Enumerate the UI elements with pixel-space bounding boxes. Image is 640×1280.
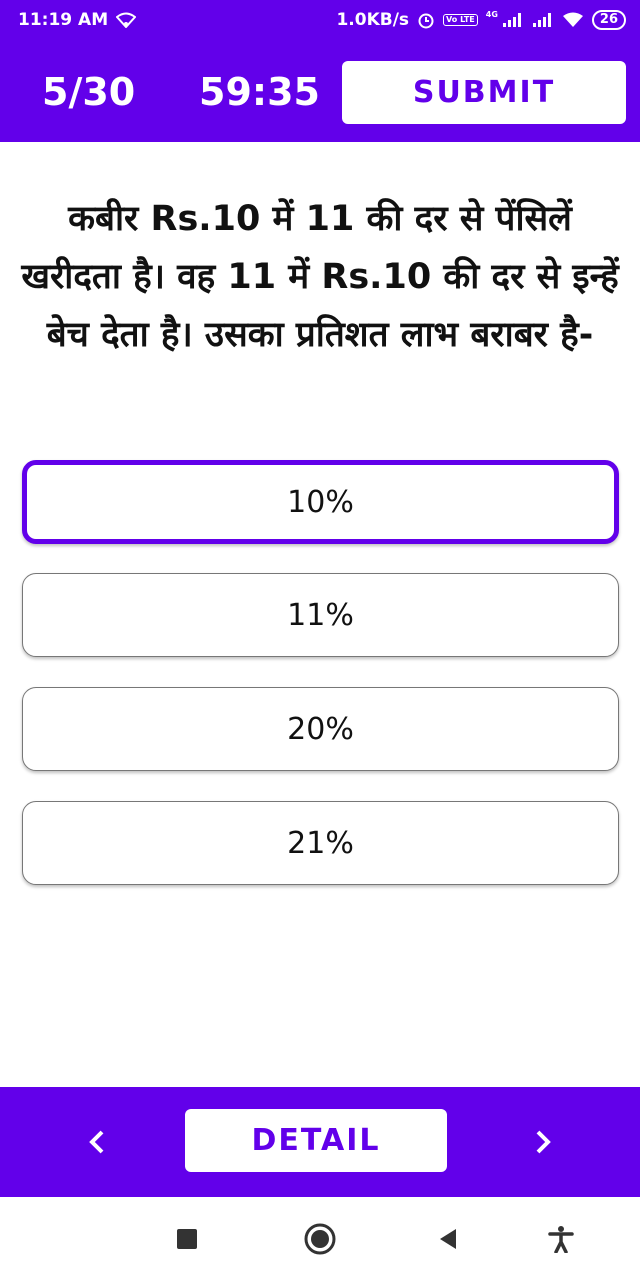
option-1[interactable]: 10% <box>22 460 619 544</box>
submit-button[interactable]: SUBMIT <box>342 61 626 124</box>
countdown-timer: 59:35 <box>199 70 320 114</box>
status-time: 11:19 AM <box>18 10 109 30</box>
option-4[interactable]: 21% <box>22 801 619 885</box>
recents-icon[interactable] <box>167 1219 207 1259</box>
accessibility-icon[interactable] <box>541 1219 581 1259</box>
system-nav-bar <box>0 1197 640 1280</box>
status-bar: 11:19 AM 1.0KB/s Vo LTE 4G 26 <box>0 0 640 40</box>
battery-icon: 26 <box>591 10 626 30</box>
wifi-icon <box>116 12 137 28</box>
net-speed: 1.0KB/s <box>336 10 410 30</box>
signal-icon <box>532 12 554 28</box>
status-bar-left: 11:19 AM <box>18 10 137 30</box>
wifi-icon <box>562 12 584 28</box>
question-text: कबीर Rs.10 में 11 की दर से पेंसिलें खरीद… <box>21 199 619 355</box>
status-bar-right: 1.0KB/s Vo LTE 4G 26 <box>336 10 626 30</box>
back-icon[interactable] <box>428 1219 468 1259</box>
alarm-icon <box>417 11 435 29</box>
option-3[interactable]: 20% <box>22 687 619 771</box>
option-2[interactable]: 11% <box>22 573 619 657</box>
signal-icon <box>502 12 524 28</box>
detail-button[interactable]: DETAIL <box>185 1109 447 1172</box>
question-counter: 5/30 <box>42 70 136 114</box>
chevron-right-icon[interactable] <box>521 1120 565 1164</box>
quiz-footer: DETAIL <box>0 1087 640 1197</box>
chevron-left-icon[interactable] <box>75 1120 119 1164</box>
quiz-header: 5/30 59:35 SUBMIT <box>0 40 640 142</box>
home-icon[interactable] <box>300 1219 340 1259</box>
network-type: 4G <box>485 9 498 19</box>
volte-icon: Vo LTE <box>443 14 478 26</box>
